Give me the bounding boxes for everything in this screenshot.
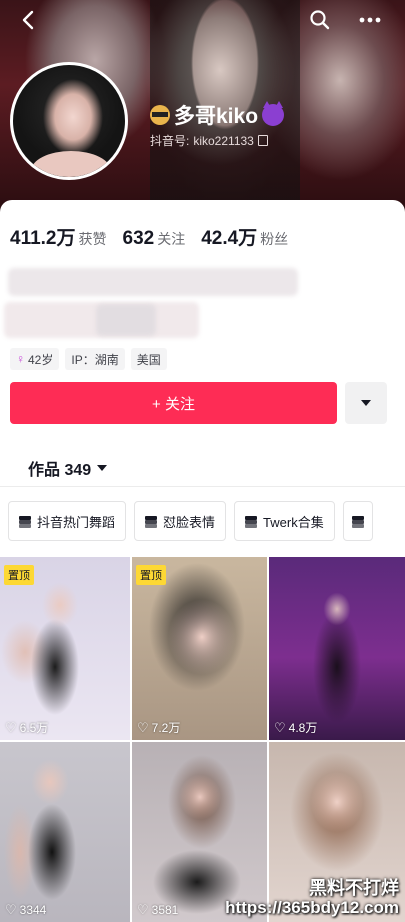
female-icon: ♀ bbox=[16, 352, 25, 366]
like-count-text: 4.8万 bbox=[288, 721, 318, 735]
following-count: 632 bbox=[122, 228, 155, 249]
douyin-id-value: kiko221133 bbox=[193, 133, 254, 148]
country-text: 美国 bbox=[136, 352, 161, 367]
like-count-text: 3344 bbox=[19, 903, 47, 917]
watermark: 黑料不打烊 https://365bdy12.com bbox=[225, 878, 399, 918]
more-options-button[interactable] bbox=[345, 382, 387, 424]
followers-count: 42.4万 bbox=[201, 228, 258, 249]
caret-down-icon bbox=[361, 400, 371, 406]
ip-tag: IP：湖南 bbox=[65, 348, 125, 370]
like-count: ♡ 7.2万 bbox=[137, 719, 180, 736]
stat-followers[interactable]: 42.4万 粉丝 bbox=[201, 223, 288, 250]
caret-down-icon bbox=[97, 465, 108, 471]
more-dots-icon[interactable] bbox=[358, 8, 382, 32]
back-arrow-icon[interactable] bbox=[16, 8, 40, 32]
collection-label: 怼脸表情 bbox=[163, 514, 216, 530]
collection-label: 抖音热门舞蹈 bbox=[37, 514, 116, 530]
video-grid: 置顶 ♡ 6.5万 置顶 ♡ 7.2万 ♡ 4.8万 ♡ 3344 ♡ 3581 ♡ 327… bbox=[0, 557, 405, 922]
age-tag: ♀ 42岁 bbox=[10, 348, 60, 370]
video-tile[interactable]: ♡ 3344 bbox=[0, 742, 130, 922]
stack-icon bbox=[351, 515, 364, 528]
stat-likes: 411.2万 获赞 bbox=[10, 223, 107, 250]
heart-icon: ♡ bbox=[274, 719, 286, 735]
like-count: ♡ 3344 bbox=[5, 902, 46, 918]
follow-button[interactable]: + 关注 bbox=[10, 382, 337, 424]
like-count-text: 3581 bbox=[151, 903, 179, 917]
like-count: ♡ 4.8万 bbox=[274, 719, 317, 736]
collection-chip[interactable] bbox=[342, 501, 373, 541]
douyin-id-label: 抖音号: bbox=[150, 134, 190, 148]
watermark-line1: 黑料不打烊 bbox=[309, 877, 399, 898]
video-tile[interactable]: 置顶 ♡ 7.2万 bbox=[132, 557, 267, 740]
likes-count: 411.2万 bbox=[10, 228, 76, 249]
works-label: 作品 349 bbox=[28, 462, 92, 479]
tab-works[interactable]: 作品 349 bbox=[28, 456, 108, 480]
copy-icon[interactable] bbox=[257, 135, 268, 146]
stack-icon bbox=[145, 515, 158, 528]
watermark-line2: https://365bdy12.com bbox=[225, 898, 399, 918]
pinned-badge: 置顶 bbox=[136, 565, 166, 585]
heart-icon: ♡ bbox=[137, 902, 149, 917]
collection-chip[interactable]: Twerk合集 bbox=[234, 501, 335, 541]
avatar[interactable] bbox=[10, 62, 128, 180]
nickname: 多哥kiko bbox=[150, 100, 285, 130]
like-count: ♡ 3581 bbox=[137, 902, 178, 918]
pinned-badge: 置顶 bbox=[4, 565, 34, 585]
stack-icon bbox=[19, 515, 31, 528]
ninja-emoji-icon bbox=[150, 105, 170, 125]
nickname-text: 多哥kiko bbox=[174, 105, 259, 128]
like-count-text: 6.5万 bbox=[19, 721, 49, 735]
collection-label: Twerk合集 bbox=[263, 514, 324, 530]
heart-icon: ♡ bbox=[5, 902, 17, 917]
followers-label: 粉丝 bbox=[260, 231, 289, 247]
heart-icon: ♡ bbox=[5, 719, 17, 735]
profile-tags: ♀ 42岁 IP：湖南 美国 bbox=[10, 348, 167, 370]
heart-icon: ♡ bbox=[137, 719, 149, 735]
follow-label: + 关注 bbox=[152, 395, 195, 413]
search-icon[interactable] bbox=[308, 8, 332, 32]
douyin-id: 抖音号: kiko221133 bbox=[150, 132, 268, 149]
country-tag: 美国 bbox=[130, 348, 167, 370]
stat-following[interactable]: 632 关注 bbox=[123, 228, 186, 250]
video-tile[interactable]: 置顶 ♡ 6.5万 bbox=[0, 557, 130, 740]
like-count-text: 7.2万 bbox=[151, 721, 181, 735]
stack-icon bbox=[245, 515, 258, 528]
following-label: 关注 bbox=[157, 231, 186, 247]
collections-row: 抖音热门舞蹈 怼脸表情 Twerk合集 bbox=[8, 501, 373, 541]
likes-label: 获赞 bbox=[78, 231, 107, 247]
blurred-bio bbox=[4, 262, 304, 342]
like-count: ♡ 6.5万 bbox=[5, 719, 48, 736]
age-text: 42岁 bbox=[28, 352, 54, 367]
video-tile[interactable]: ♡ 4.8万 bbox=[269, 557, 405, 740]
divider bbox=[0, 486, 405, 487]
collection-chip[interactable]: 抖音热门舞蹈 bbox=[8, 501, 127, 541]
ip-text: IP：湖南 bbox=[71, 352, 119, 367]
devil-emoji-icon bbox=[262, 101, 285, 126]
stats-row: 411.2万 获赞 632 关注 42.4万 粉丝 bbox=[10, 223, 288, 250]
collection-chip[interactable]: 怼脸表情 bbox=[134, 501, 227, 541]
